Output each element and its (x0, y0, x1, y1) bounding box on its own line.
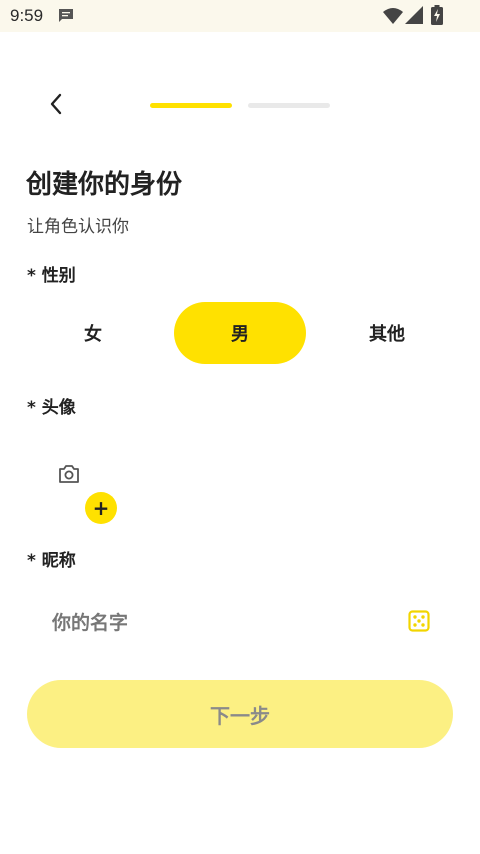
gender-option-female[interactable]: 女 (27, 302, 159, 364)
step-indicator-2 (248, 103, 330, 108)
back-button[interactable] (40, 88, 72, 120)
status-bar: 9:59 (0, 0, 480, 32)
camera-icon (59, 465, 79, 483)
gender-label: * 性别 (27, 266, 76, 286)
gender-option-male[interactable]: 男 (174, 302, 306, 364)
nickname-label: * 昵称 (27, 551, 76, 571)
dice-icon[interactable] (408, 610, 430, 632)
status-time: 9:59 (10, 6, 44, 25)
battery-charging-icon (431, 5, 443, 25)
signal-icon (405, 6, 423, 24)
gender-option-other[interactable]: 其他 (321, 302, 453, 364)
message-icon (59, 9, 73, 22)
chevron-left-icon (50, 93, 62, 115)
nickname-input[interactable] (50, 604, 394, 642)
page-subtitle: 让角色认识你 (27, 217, 129, 237)
step-indicator-1 (150, 103, 232, 108)
page-title: 创建你的身份 (26, 170, 183, 200)
next-button[interactable]: 下一步 (27, 680, 453, 748)
avatar-label: * 头像 (27, 398, 76, 418)
wifi-icon (383, 8, 403, 24)
add-avatar-button[interactable]: + (85, 492, 117, 524)
